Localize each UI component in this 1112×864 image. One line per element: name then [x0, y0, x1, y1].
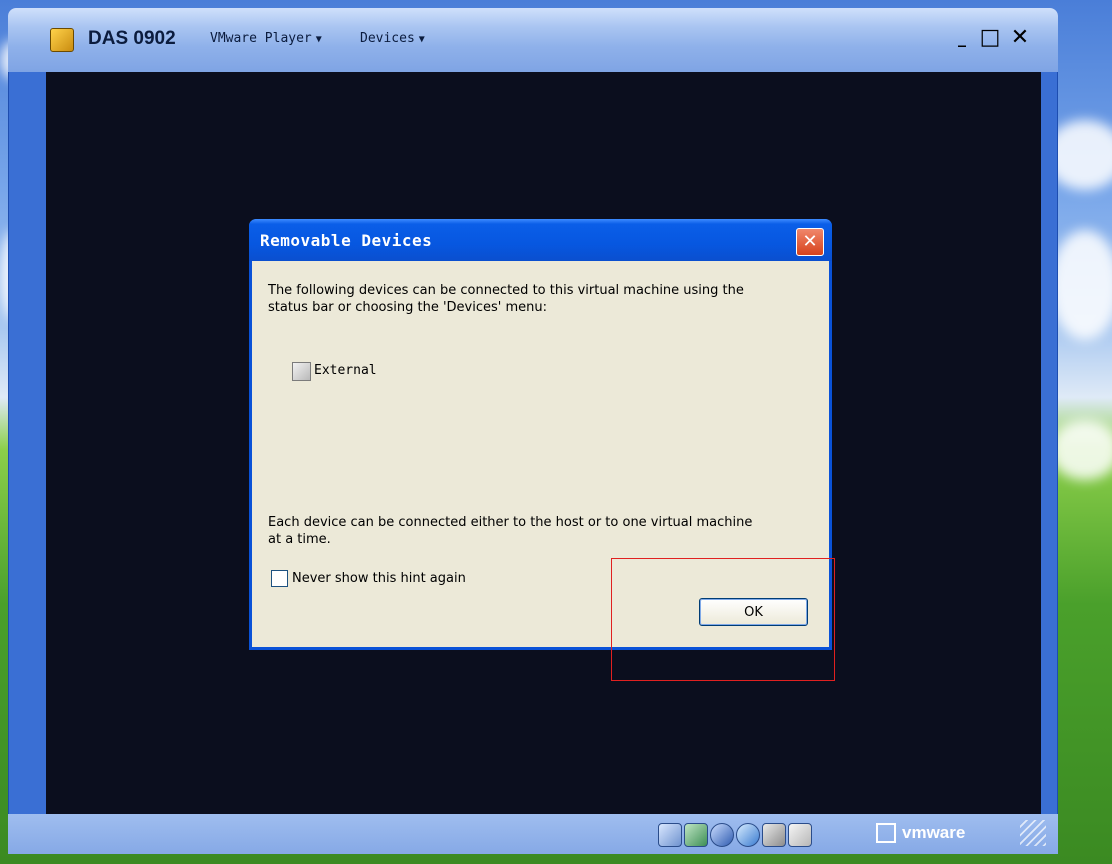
dialog-title: Removable Devices — [260, 231, 433, 250]
minimize-button[interactable]: _ — [948, 24, 976, 52]
network-icon[interactable] — [684, 823, 708, 847]
device-list-item[interactable]: External — [314, 363, 377, 378]
vmware-logo-text: vmware — [902, 823, 966, 842]
vmware-player-menu[interactable]: VMware Player ▼ — [210, 31, 322, 46]
removable-device-icon — [292, 362, 311, 381]
highlight-annotation-box — [611, 558, 835, 681]
desktop-cloud — [1050, 230, 1112, 340]
audio-icon[interactable] — [762, 823, 786, 847]
dialog-intro-line2: status bar or choosing the 'Devices' men… — [268, 300, 548, 315]
devices-menu-label: Devices — [360, 31, 415, 46]
vm-window-title: DAS 0902 — [88, 28, 176, 49]
usb-icon[interactable] — [710, 823, 734, 847]
vmware-player-menu-label: VMware Player — [210, 31, 312, 46]
vm-statusbar — [8, 814, 1058, 854]
dialog-titlebar[interactable]: Removable Devices ✕ — [249, 219, 832, 261]
dialog-intro-line1: The following devices can be connected t… — [268, 283, 744, 298]
desktop-cloud — [1050, 420, 1112, 480]
maximize-button[interactable]: □ — [976, 24, 1004, 52]
chevron-down-icon: ▼ — [418, 34, 425, 45]
never-show-label[interactable]: Never show this hint again — [292, 570, 466, 587]
dialog-note-line2: at a time. — [268, 532, 331, 547]
vm-titlebar[interactable]: DAS 0902 VMware Player ▼ Devices ▼ _ □ ✕ — [8, 8, 1058, 72]
vmware-app-icon — [50, 28, 74, 52]
dialog-close-button[interactable]: ✕ — [796, 228, 824, 256]
resize-grip[interactable] — [1020, 820, 1046, 846]
removable-device-icon[interactable] — [788, 823, 812, 847]
dialog-note-line1: Each device can be connected either to t… — [268, 515, 753, 530]
never-show-checkbox[interactable] — [271, 570, 288, 587]
sound-connect-icon[interactable] — [736, 823, 760, 847]
chevron-down-icon: ▼ — [315, 34, 322, 45]
hard-disk-icon[interactable] — [658, 823, 682, 847]
devices-menu[interactable]: Devices ▼ — [360, 31, 425, 46]
vmware-logo-icon — [876, 823, 896, 843]
close-button[interactable]: ✕ — [1006, 24, 1034, 52]
